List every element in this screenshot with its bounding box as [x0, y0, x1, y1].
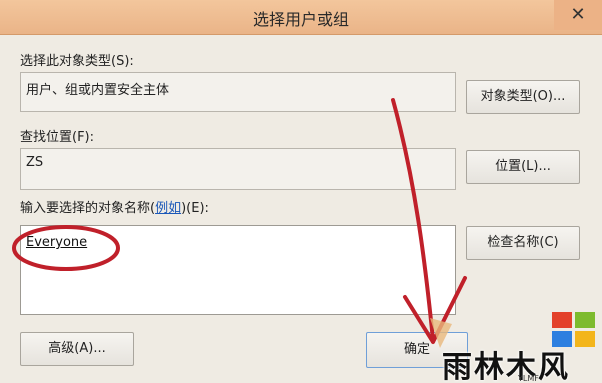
check-names-button-label: 检查名称(C) — [487, 235, 559, 250]
locations-button[interactable]: 位置(L)... — [466, 150, 580, 184]
object-type-label: 选择此对象类型(S): — [20, 54, 134, 69]
ok-button-label: 确定 — [403, 342, 430, 357]
watermark-text: 雨林木风 — [442, 350, 570, 383]
object-names-label: 输入要选择的对象名称(例如)(E): — [20, 197, 209, 216]
title-bar: 选择用户或组 ✕ — [0, 0, 602, 35]
advanced-button-label: 高级(A)... — [48, 341, 106, 356]
object-names-input[interactable]: Everyone — [20, 225, 456, 315]
examples-link[interactable]: 例如 — [155, 201, 181, 216]
select-users-or-groups-dialog: 选择用户或组 ✕ 选择此对象类型(S): 用户、组或内置安全主体 对象类型(O)… — [0, 0, 602, 383]
object-names-label-prefix: 输入要选择的对象名称( — [20, 201, 156, 216]
check-names-button[interactable]: 检查名称(C) — [466, 226, 580, 260]
object-types-button[interactable]: 对象类型(O)... — [466, 80, 580, 114]
entered-object-name: Everyone — [26, 235, 88, 250]
location-label: 查找位置(F): — [20, 130, 95, 145]
object-names-label-suffix: )(E): — [181, 201, 209, 216]
location-field: ZS — [20, 148, 456, 190]
close-button[interactable]: ✕ — [554, 0, 602, 30]
close-icon: ✕ — [570, 4, 586, 25]
advanced-button[interactable]: 高级(A)... — [20, 332, 134, 366]
dialog-title: 选择用户或组 — [252, 10, 349, 29]
object-types-button-label: 对象类型(O)... — [480, 89, 566, 104]
object-type-value: 用户、组或内置安全主体 — [26, 83, 170, 98]
locations-button-label: 位置(L)... — [495, 159, 551, 174]
watermark: 雨林木风 YLMF — [440, 306, 602, 383]
location-value: ZS — [26, 155, 44, 170]
object-type-field: 用户、组或内置安全主体 — [20, 72, 456, 112]
watermark-subtext: YLMF — [518, 374, 539, 383]
